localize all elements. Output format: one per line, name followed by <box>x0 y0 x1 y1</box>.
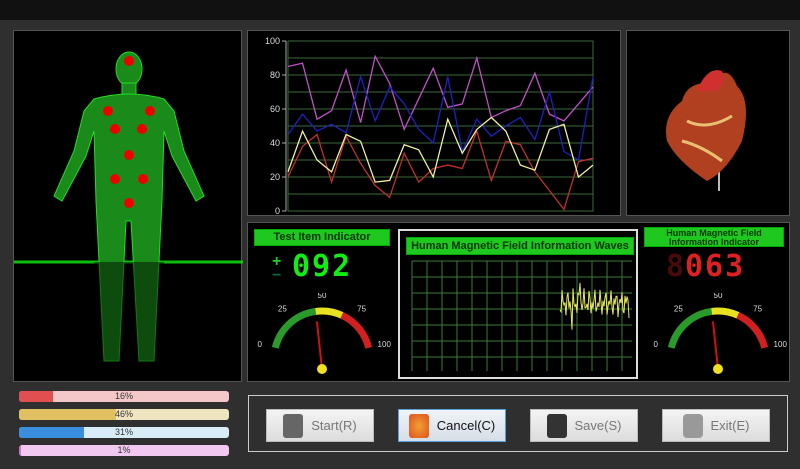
test-item-value: 092 <box>292 249 353 284</box>
progress-label: 46% <box>114 409 133 419</box>
y-tick-label: 60 <box>270 104 280 114</box>
cancel-label: Cancel(C) <box>436 418 496 433</box>
y-tick-label: 40 <box>270 138 280 148</box>
progress-bar: 46% <box>19 409 229 420</box>
thumbs-up-icon <box>283 413 304 438</box>
gauge-tick-label: 50 <box>714 293 723 300</box>
series-line-yellow <box>287 116 594 183</box>
test-item-indicator-title: Test Item Indicator <box>254 229 390 246</box>
start-button[interactable]: Start(R) <box>266 409 374 442</box>
power-icon <box>682 413 703 438</box>
action-button-panel: Start(R) Cancel(C) Save(S) Exit(E) <box>248 395 788 452</box>
progress-label: 31% <box>114 427 133 437</box>
gauge-needle <box>711 321 719 370</box>
y-tick-label: 80 <box>270 70 280 80</box>
magnetic-wave-display: Human Magnetic Field Information Waves <box>398 229 638 379</box>
progress-fill <box>19 409 116 420</box>
save-button[interactable]: Save(S) <box>530 409 638 442</box>
title-bar <box>0 0 800 20</box>
gauge-tick-label: 25 <box>278 305 287 314</box>
gauge-tick-label: 100 <box>378 340 392 349</box>
save-label: Save(S) <box>574 418 622 433</box>
trend-chart: 0 20 40 60 80 100 <box>247 30 621 216</box>
exit-button[interactable]: Exit(E) <box>662 409 770 442</box>
exit-label: Exit(E) <box>710 418 750 433</box>
field-value-background: 8 <box>666 249 687 284</box>
human-body-image <box>14 51 243 362</box>
gauge-pivot <box>713 364 723 374</box>
gauge-needle <box>315 321 323 370</box>
heart-panel <box>626 30 790 216</box>
progress-fill <box>19 427 85 438</box>
gauge-tick-label: 0 <box>654 340 659 349</box>
minus-sign: − <box>272 267 282 284</box>
progress-label: 16% <box>114 391 133 401</box>
field-indicator-value: 063 <box>685 249 746 284</box>
wave-signal <box>559 282 630 330</box>
gauge-tick-label: 75 <box>357 305 366 314</box>
field-gauge: 0 25 50 75 100 <box>654 293 788 374</box>
progress-bar: 31% <box>19 427 229 438</box>
y-tick-label: 20 <box>270 172 280 182</box>
start-label: Start(R) <box>311 418 357 433</box>
gauge-arc <box>315 307 344 319</box>
progress-bar: 16% <box>19 391 229 402</box>
cancel-button[interactable]: Cancel(C) <box>398 409 506 442</box>
gauge-arc <box>711 307 740 319</box>
body-scan-panel <box>13 30 243 382</box>
heart-image <box>666 70 746 191</box>
field-indicator-title: Human Magnetic Field Information Indicat… <box>644 227 784 247</box>
y-tick-label: 100 <box>265 36 280 46</box>
gauge-arc <box>340 312 373 349</box>
series-line-magenta <box>287 54 594 132</box>
indicator-panel: Test Item Indicator + − 092 0 25 50 75 100 H… <box>247 222 790 382</box>
refresh-icon <box>408 413 429 438</box>
gauge-tick-label: 100 <box>774 340 788 349</box>
progress-fill <box>19 445 22 456</box>
gauge-tick-label: 75 <box>753 305 762 314</box>
progress-bar: 1% <box>19 445 229 456</box>
gauge-arc <box>736 312 769 349</box>
gauge-arc <box>667 307 713 349</box>
field-indicator-title-line2: Information Indicator <box>669 237 759 247</box>
progress-label: 1% <box>117 445 131 455</box>
gauge-arc <box>271 307 317 349</box>
progress-fill <box>19 391 53 402</box>
gauge-tick-label: 0 <box>258 340 263 349</box>
y-tick-label: 0 <box>275 206 280 216</box>
gauge-pivot <box>317 364 327 374</box>
floppy-disk-icon <box>546 413 567 438</box>
gauge-tick-label: 50 <box>318 293 327 300</box>
gauge-tick-label: 25 <box>674 305 683 314</box>
test-item-gauge: 0 25 50 75 100 <box>258 293 392 374</box>
